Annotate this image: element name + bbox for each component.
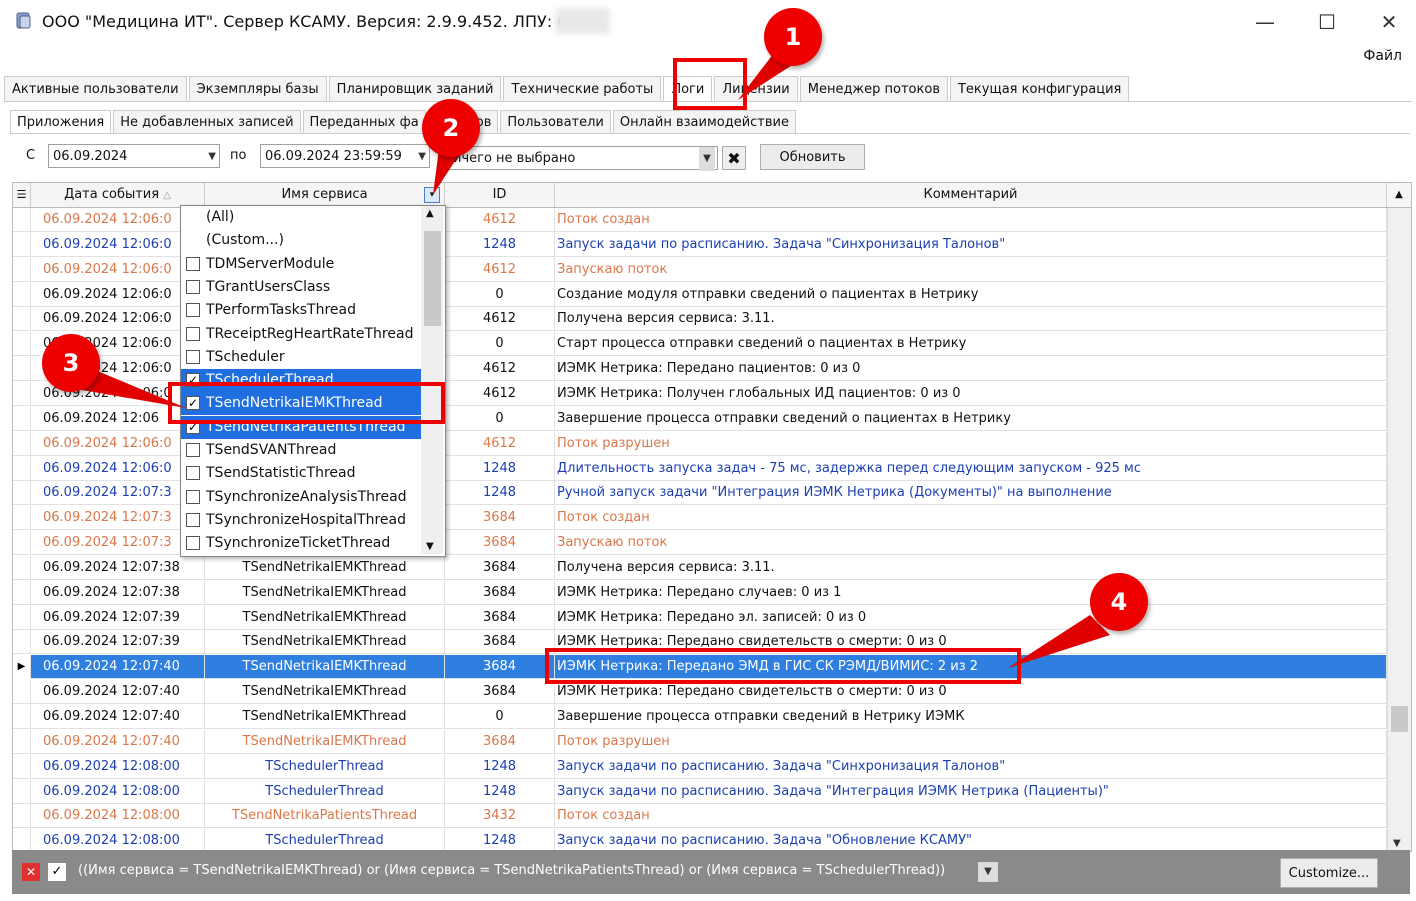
callout-4: 4 <box>1090 573 1148 631</box>
callout-3: 3 <box>42 334 100 392</box>
callout-arrows <box>82 45 1110 668</box>
callout-2: 2 <box>422 99 480 157</box>
callout-1: 1 <box>764 8 822 66</box>
